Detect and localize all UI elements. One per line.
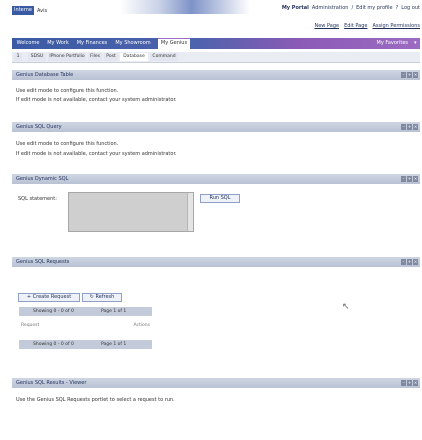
page-indicator: Page 1 of 1 [101,342,127,347]
top-links: My Portal Administration / Edit my profi… [282,5,420,11]
dynamic-sql-portlet-header: Genius Dynamic SQL – + × [12,174,420,184]
portlet-message-line: If edit mode is not available, contact y… [16,151,177,157]
portlet-message-line: Use edit mode to configure this function… [16,88,119,94]
pager-bottom: Showing 0 - 0 of 0 Page 1 of 1 [19,340,152,349]
run-sql-button[interactable]: Run SQL [200,194,240,203]
create-request-label: Create Request [32,294,72,300]
portlet-message-line: If edit mode is not available, contact y… [16,97,177,103]
database-table-portlet-header: Genius Database Table – + × [12,70,420,80]
subtab-database[interactable]: Database [120,53,148,61]
showing-count: Showing 0 - 0 of 0 [33,342,74,347]
subtab-post[interactable]: Post [104,53,118,61]
close-icon[interactable]: × [413,380,418,386]
edit-profile-link[interactable]: Edit my profile [356,5,392,11]
subtab-command[interactable]: Command [150,53,178,61]
sql-requests-portlet-header: Genius SQL Requests – + × [12,257,420,267]
chevron-down-icon[interactable]: ▾ [414,39,420,48]
header-banner [120,0,250,14]
subtab-1[interactable]: 1 [14,53,22,61]
refresh-label: Refresh [95,294,115,300]
showing-count: Showing 0 - 0 of 0 [33,309,74,314]
close-icon[interactable]: × [413,72,418,78]
subtab-iphone-portfolio[interactable]: IPhone Portfolio [48,53,86,61]
close-icon[interactable]: × [413,176,418,182]
sql-statement-textarea[interactable] [68,192,194,232]
link-separator: / [351,5,354,11]
column-header-request: Request [21,323,40,328]
plus-icon: + [26,294,32,300]
maximize-icon[interactable]: + [407,72,412,78]
sub-links: New Page Edit Page Assign Permissions [314,23,420,29]
create-request-button[interactable]: + Create Request [18,293,80,302]
portlet-message-line: Use the Genius SQL Requests portlet to s… [16,397,175,403]
assign-permissions-link[interactable]: Assign Permissions [372,23,420,29]
tab-welcome[interactable]: Welcome [14,39,42,48]
sql-statement-label: SQL statement: [18,196,57,202]
close-icon[interactable]: × [413,124,418,130]
portlet-title: Genius SQL Results - Viewer [16,380,87,386]
minimize-icon[interactable]: – [401,259,406,265]
mouse-cursor-icon: ↖ [342,302,350,312]
table-header-row: Request Actions [19,321,152,330]
my-portal-link[interactable]: My Portal [282,5,309,11]
portlet-title: Genius Database Table [16,72,74,78]
edit-page-link[interactable]: Edit Page [344,23,367,29]
portlet-title: Genius SQL Requests [16,259,70,265]
scrollbar[interactable] [187,193,193,231]
new-page-link[interactable]: New Page [314,23,339,29]
help-link[interactable]: ? [396,5,399,11]
administration-link[interactable]: Administration [312,5,349,11]
portlet-message-line: Use edit mode to configure this function… [16,141,119,147]
pager-top: Showing 0 - 0 of 0 Page 1 of 1 [19,307,152,316]
tab-my-showroom[interactable]: My Showroom [113,39,153,48]
logout-link[interactable]: Log out [401,5,420,11]
column-header-actions: Actions [133,323,150,328]
minimize-icon[interactable]: – [401,124,406,130]
logo[interactable]: Interne [12,6,34,15]
minimize-icon[interactable]: – [401,176,406,182]
portlet-title: Genius Dynamic SQL [16,176,69,182]
subtab-files[interactable]: Files [88,53,102,61]
refresh-button[interactable]: ↻ Refresh [82,293,122,302]
subtab-sdsu[interactable]: SDSU [28,53,46,61]
logo-sub: Avis [37,8,48,14]
sql-results-portlet-header: Genius SQL Results - Viewer – + × [12,378,420,388]
tab-my-work[interactable]: My Work [45,39,71,48]
refresh-icon: ↻ [89,294,94,300]
tab-my-finances[interactable]: My Finances [74,39,110,48]
favorites-select[interactable]: My Favorites [344,39,414,48]
maximize-icon[interactable]: + [407,176,412,182]
minimize-icon[interactable]: – [401,380,406,386]
maximize-icon[interactable]: + [407,259,412,265]
close-icon[interactable]: × [413,259,418,265]
tab-my-genius[interactable]: My Genius [158,38,190,50]
minimize-icon[interactable]: – [401,72,406,78]
portlet-title: Genius SQL Query [16,124,62,130]
maximize-icon[interactable]: + [407,124,412,130]
sql-query-portlet-header: Genius SQL Query – + × [12,122,420,132]
maximize-icon[interactable]: + [407,380,412,386]
page-indicator: Page 1 of 1 [101,309,127,314]
